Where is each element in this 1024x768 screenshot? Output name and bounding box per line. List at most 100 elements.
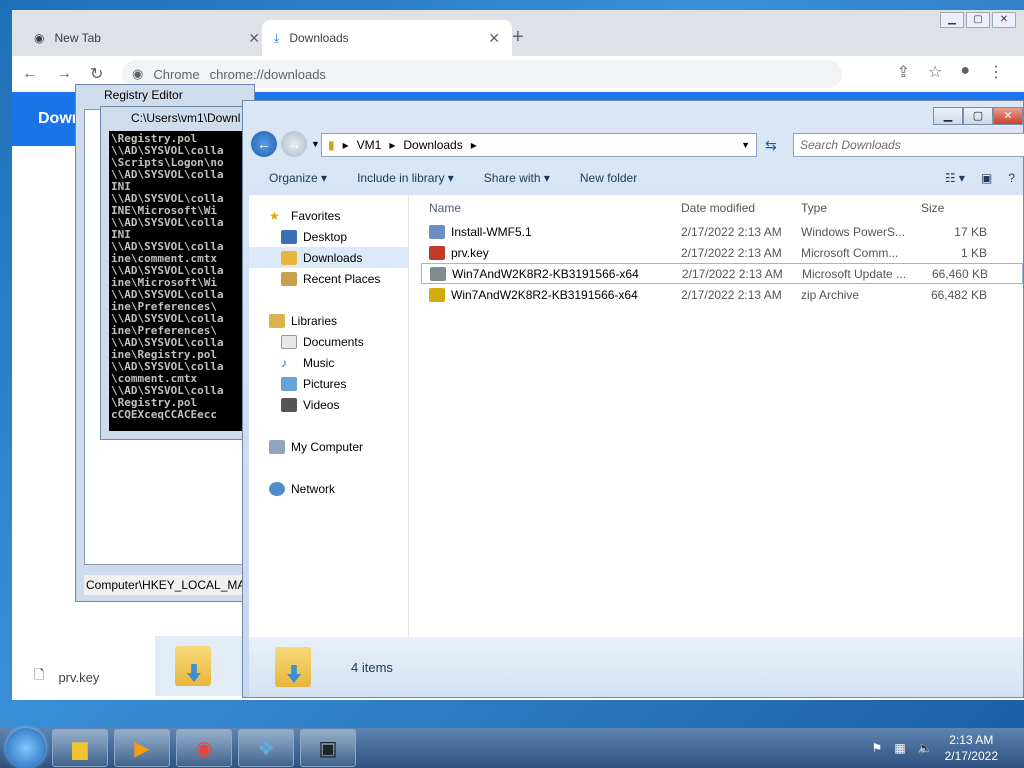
share-with-menu[interactable]: Share with ▾ [484, 171, 550, 185]
forward-button[interactable]: → [281, 131, 307, 157]
address-bar[interactable]: ▮ ▸ VM1 ▸ Downloads ▸ ▼ [321, 133, 757, 157]
folder-icon: ▆ [72, 737, 88, 760]
nav-libraries[interactable]: Libraries [249, 310, 408, 331]
file-type: Microsoft Update ... [802, 266, 907, 281]
organize-menu[interactable]: Organize ▾ [269, 171, 327, 185]
file-name-cell: Install-WMF5.1 [421, 224, 679, 239]
maximize-button[interactable]: ▢ [966, 12, 990, 28]
taskbar-chrome[interactable]: ◉ [176, 729, 232, 767]
bookmark-star-icon[interactable]: ☆ [928, 62, 942, 82]
column-date[interactable]: Date modified [679, 201, 799, 215]
file-size: 66,460 KB [931, 266, 988, 281]
nav-recent-places[interactable]: Recent Places [249, 268, 408, 289]
nav-my-computer[interactable]: My Computer [249, 436, 408, 457]
console-output[interactable]: \Registry.pol \\AD\SYSVOL\colla \Scripts\L… [109, 131, 244, 431]
close-button[interactable]: ✕ [992, 12, 1016, 28]
file-row[interactable]: Win7AndW2K8R2-KB3191566-x64 2/17/2022 2:1… [421, 263, 1023, 284]
help-icon[interactable]: ? [1008, 171, 1015, 185]
clock[interactable]: 2:13 AM 2/17/2022 [945, 732, 998, 764]
file-date: 2/17/2022 2:13 AM [681, 245, 782, 260]
breadcrumb-vm1[interactable]: VM1 [357, 138, 382, 152]
include-in-library-menu[interactable]: Include in library ▾ [357, 171, 454, 185]
volume-icon[interactable]: 🔈 [918, 741, 933, 755]
column-size[interactable]: Size [917, 201, 987, 215]
file-row[interactable]: prv.key 2/17/2022 2:13 AM Microsoft Comm..… [421, 242, 1023, 263]
file-date: 2/17/2022 2:13 AM [681, 224, 782, 239]
close-tab-icon[interactable]: ✕ [248, 30, 260, 47]
file-icon [430, 266, 446, 281]
breadcrumb-downloads[interactable]: Downloads [403, 138, 462, 152]
breadcrumb-separator: ▸ [342, 138, 349, 152]
nav-downloads[interactable]: Downloads [249, 247, 408, 268]
address-dropdown-icon[interactable]: ▼ [741, 140, 756, 150]
nav-videos[interactable]: Videos [249, 394, 408, 415]
taskbar-media-player[interactable]: ▶ [114, 729, 170, 767]
reload-icon[interactable]: ↻ [90, 64, 103, 84]
refresh-icon[interactable]: ⇆ [765, 137, 777, 154]
file-icon [429, 245, 445, 260]
item-count: 4 items [351, 659, 393, 675]
chrome-icon: ◉ [195, 737, 213, 760]
omnibox-site: Chrome [153, 66, 200, 82]
file-type: zip Archive [801, 287, 860, 302]
start-button[interactable] [6, 728, 46, 768]
share-icon[interactable]: ⇪ [897, 62, 910, 82]
clock-date: 2/17/2022 [944, 749, 998, 763]
recent-pages-chevron-icon[interactable]: ▼ [311, 139, 320, 149]
nav-favorites[interactable]: ★ Favorites [249, 205, 408, 226]
nav-desktop[interactable]: Desktop [249, 226, 408, 247]
desktop-icon [281, 229, 297, 244]
back-icon[interactable]: ← [22, 65, 38, 83]
library-icon [269, 313, 285, 328]
menu-icon[interactable]: ⋮ [988, 62, 1004, 82]
tab-downloads[interactable]: ⤓ Downloads ✕ [262, 20, 512, 56]
tab-label: New Tab [54, 31, 101, 45]
minimize-button[interactable]: ▁ [933, 107, 963, 125]
taskbar-explorer[interactable]: ▆ [52, 729, 108, 767]
nav-documents[interactable]: Documents [249, 331, 408, 352]
download-icon: ⤓ [274, 30, 280, 45]
shelf-file-name: prv.key [58, 669, 100, 685]
column-type[interactable]: Type [799, 201, 917, 215]
media-player-icon: ▶ [134, 737, 150, 760]
forward-icon[interactable]: → [56, 65, 72, 83]
close-button[interactable]: ✕ [993, 107, 1023, 125]
network-tray-icon[interactable]: ▦ [894, 741, 905, 755]
new-tab-button[interactable]: + [512, 26, 524, 49]
recent-places-icon [281, 271, 297, 286]
file-row[interactable]: Win7AndW2K8R2-KB3191566-x64 2/17/2022 2:1… [421, 284, 1023, 305]
download-shelf-item[interactable]: 🗋 prv.key [12, 654, 152, 700]
computer-icon [269, 439, 285, 454]
nav-pictures[interactable]: Pictures [249, 373, 408, 394]
file-icon: 🗋 [34, 667, 45, 682]
file-name-cell: Win7AndW2K8R2-KB3191566-x64 [422, 266, 680, 281]
file-name: Install-WMF5.1 [451, 224, 532, 239]
new-folder-button[interactable]: New folder [580, 171, 637, 185]
taskbar-registry-editor[interactable]: ❖ [238, 729, 294, 767]
profile-icon[interactable]: ● [960, 62, 970, 82]
taskbar: ▆ ▶ ◉ ❖ ▣ ⚑ ▦ 🔈 2:13 AM 2/17/2022 [0, 728, 1024, 768]
tab-new-tab[interactable]: ◉ New Tab ✕ [22, 20, 272, 56]
action-center-icon[interactable]: ⚑ [872, 741, 883, 755]
file-list: Name Date modified Type Size Install-WMF… [421, 195, 1023, 637]
status-bar: Computer\HKEY_LOCAL_MAC [84, 575, 254, 595]
minimize-button[interactable]: ▁ [940, 12, 964, 28]
preview-pane-icon[interactable]: ▣ [981, 171, 992, 185]
back-button[interactable]: ← [251, 131, 277, 157]
tab-strip: ◉ New Tab ✕ ⤓ Downloads ✕ + ▁ ▢ ✕ [12, 10, 1024, 56]
downloads-folder-icon [175, 646, 211, 686]
nav-network[interactable]: Network [249, 478, 408, 499]
documents-icon [281, 334, 297, 349]
system-tray: ⚑ ▦ 🔈 2:13 AM 2/17/2022 [872, 732, 1024, 764]
view-options-icon[interactable]: ☷ ▾ [945, 171, 965, 185]
tab-label: Downloads [289, 31, 349, 45]
file-size: 66,482 KB [930, 287, 987, 302]
file-name: Win7AndW2K8R2-KB3191566-x64 [451, 287, 638, 302]
file-row[interactable]: Install-WMF5.1 2/17/2022 2:13 AM Windows P… [421, 221, 1023, 242]
maximize-button[interactable]: ▢ [963, 107, 993, 125]
search-input[interactable]: Search Downloads [793, 133, 1024, 157]
nav-music[interactable]: ♪ Music [249, 352, 408, 373]
close-tab-icon[interactable]: ✕ [488, 30, 500, 47]
taskbar-command-prompt[interactable]: ▣ [300, 729, 356, 767]
column-name[interactable]: Name [421, 201, 679, 215]
